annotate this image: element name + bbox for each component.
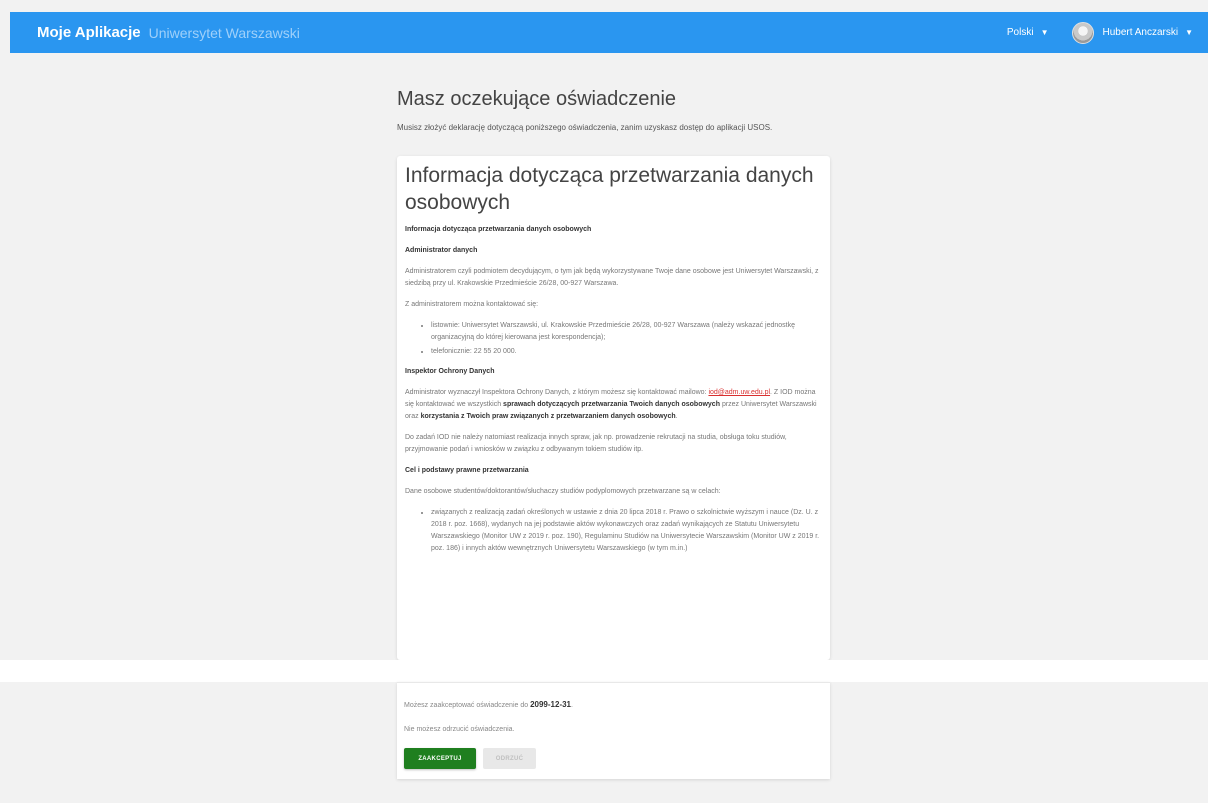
reject-button: ODRZUĆ bbox=[483, 748, 536, 769]
accept-button[interactable]: ZAAKCEPTUJ bbox=[404, 748, 476, 769]
statement-card[interactable]: Informacja dotycząca przetwarzania danyc… bbox=[397, 156, 830, 660]
page-title: Masz oczekujące oświadczenie bbox=[397, 88, 677, 110]
top-navbar: Moje Aplikacje Uniwersytet Warszawski Po… bbox=[10, 12, 1208, 53]
action-buttons: ZAAKCEPTUJ ODRZUĆ bbox=[404, 748, 823, 769]
institution-name: Uniwersytet Warszawski bbox=[148, 24, 300, 41]
language-label: Polski bbox=[1006, 27, 1034, 38]
accept-deadline: Możesz zaakceptować oświadczenie do 2099… bbox=[404, 700, 573, 709]
user-menu-dropdown[interactable]: Hubert Anczarski ▼ bbox=[1072, 21, 1193, 44]
contact-intro: Z administratorem można kontaktować się: bbox=[405, 301, 539, 308]
list-item: związanych z realizacją zadań określonyc… bbox=[431, 507, 820, 555]
admin-text: Administratorem czyli podmiotem decydują… bbox=[405, 268, 819, 287]
language-dropdown[interactable]: Polski ▼ bbox=[1007, 27, 1049, 38]
iod-text: Administrator wyznaczył Inspektora Ochro… bbox=[405, 389, 817, 420]
cannot-reject-note: Nie możesz odrzucić oświadczenia. bbox=[404, 726, 515, 733]
list-item: telefonicznie: 22 55 20 000. bbox=[431, 346, 820, 358]
iod-tasks: Do zadań IOD nie należy natomiast realiz… bbox=[405, 434, 787, 453]
contact-list: listownie: Uniwersytet Warszawski, ul. K… bbox=[405, 320, 820, 358]
avatar bbox=[1072, 21, 1095, 44]
heading-purpose: Cel i podstawy prawne przetwarzania bbox=[405, 467, 529, 474]
list-item: listownie: Uniwersytet Warszawski, ul. K… bbox=[431, 320, 820, 344]
heading-iod: Inspektor Ochrony Danych bbox=[405, 368, 495, 375]
caret-down-icon: ▼ bbox=[1185, 28, 1193, 37]
statement-title: Informacja dotycząca przetwarzania danyc… bbox=[405, 164, 814, 214]
iod-email-link[interactable]: iod@adm.uw.edu.pl bbox=[708, 389, 770, 396]
page-intro: Musisz złożyć deklarację dotyczącą poniż… bbox=[397, 123, 773, 132]
purpose-intro: Dane osobowe studentów/doktorantów/słuch… bbox=[405, 488, 721, 495]
heading-main: Informacja dotycząca przetwarzania danyc… bbox=[405, 226, 592, 233]
accept-deadline-date: 2099-12-31 bbox=[530, 700, 571, 709]
purpose-list: związanych z realizacją zadań określonyc… bbox=[405, 507, 820, 555]
app-brand-link[interactable]: Moje Aplikacje bbox=[37, 24, 141, 41]
decision-panel: Możesz zaakceptować oświadczenie do 2099… bbox=[397, 682, 830, 779]
caret-down-icon: ▼ bbox=[1040, 28, 1049, 37]
user-name: Hubert Anczarski bbox=[1102, 27, 1179, 38]
heading-admin: Administrator danych bbox=[405, 247, 478, 254]
